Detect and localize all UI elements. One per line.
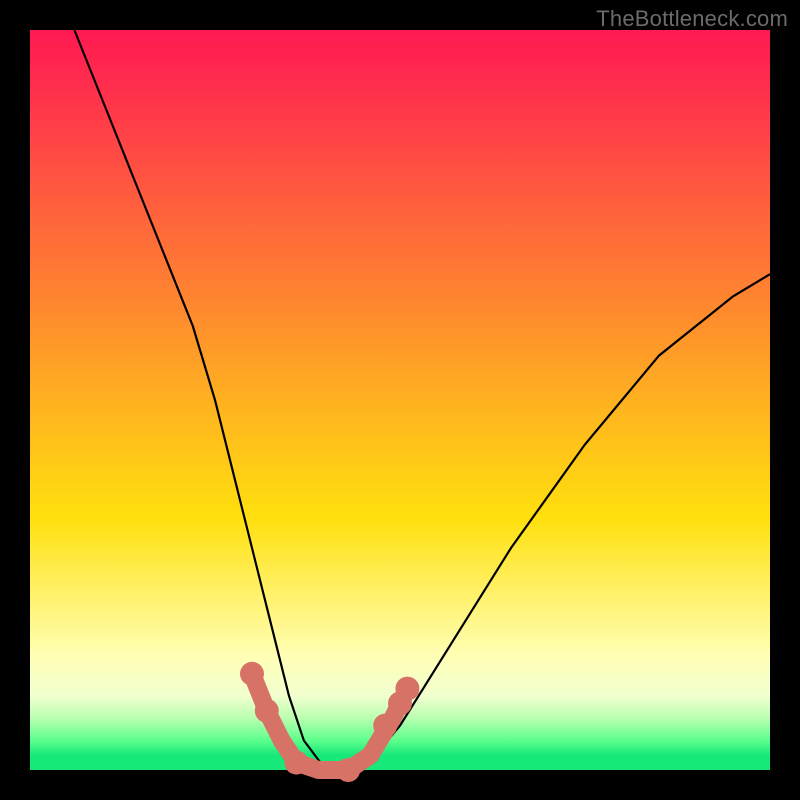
bottleneck-curve xyxy=(74,30,770,770)
highlight-dot xyxy=(336,758,360,782)
highlight-dot xyxy=(255,699,279,723)
curve-layer xyxy=(30,30,770,770)
plot-area xyxy=(30,30,770,770)
chart-frame: TheBottleneck.com xyxy=(0,0,800,800)
watermark-text: TheBottleneck.com xyxy=(596,6,788,32)
highlight-dot xyxy=(373,714,397,738)
highlight-dot xyxy=(240,662,264,686)
highlight-dot xyxy=(284,751,308,775)
highlight-dot xyxy=(395,677,419,701)
